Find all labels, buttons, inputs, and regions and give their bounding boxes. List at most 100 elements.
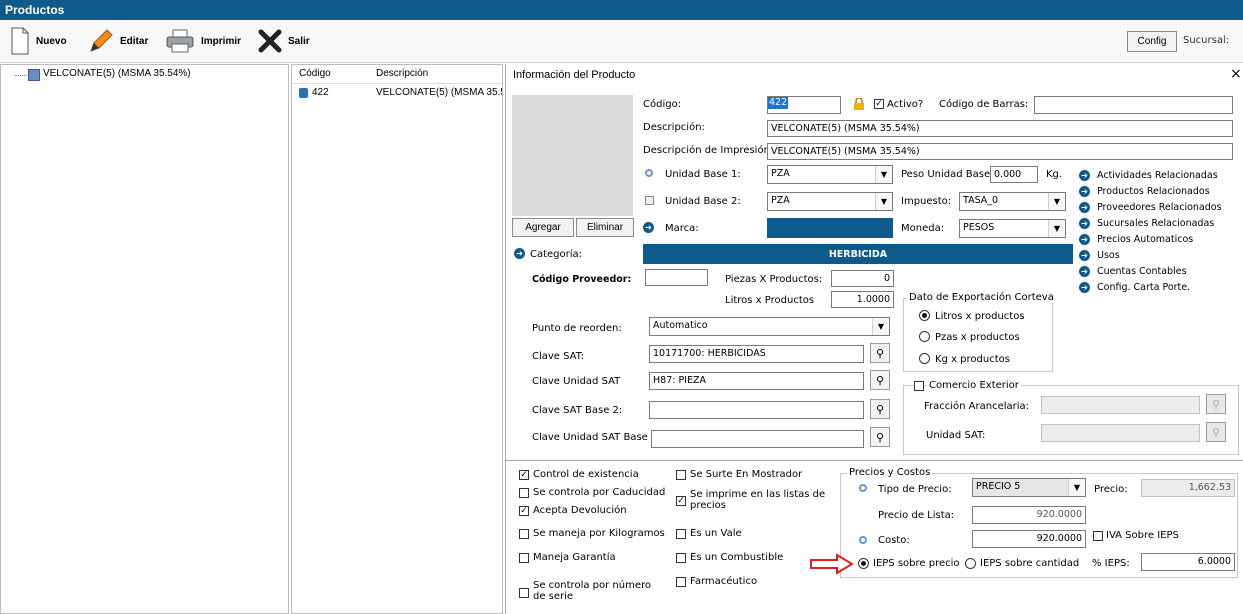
litros-field[interactable]: 1.0000 [831, 291, 894, 308]
kg-radio[interactable] [919, 353, 930, 364]
codigo-barras-field[interactable] [1034, 96, 1233, 114]
peso-field[interactable]: 0.000 [990, 166, 1038, 183]
product-grid[interactable]: Código Descripción 422 VELCONATE(5) (MSM… [291, 64, 503, 614]
config-button[interactable]: Config [1127, 31, 1177, 52]
toolbar: Nuevo Editar Imprimir Salir Config Sucur… [0, 20, 1243, 63]
related-link-item[interactable]: ➜ Actividades Relacionadas [1079, 168, 1218, 182]
editar-button[interactable]: Editar [88, 26, 148, 56]
unidad-base1-icon [645, 169, 653, 177]
unidad-base1-select[interactable]: PZA ▼ [767, 165, 893, 184]
codigo-proveedor-field[interactable] [645, 269, 708, 286]
column-header-descripcion[interactable]: Descripción [376, 68, 428, 79]
impuesto-select[interactable]: TASA_0 ▼ [959, 192, 1066, 211]
piezas-field[interactable]: 0 [831, 270, 894, 287]
moneda-select[interactable]: PESOS ▼ [959, 219, 1066, 238]
binoculars-icon[interactable]: ⚲ [870, 427, 890, 447]
related-link-label: Sucursales Relacionadas [1097, 217, 1215, 229]
ieps-precio-radio[interactable] [858, 558, 869, 569]
salir-button[interactable]: Salir [258, 26, 310, 56]
clave-unidad-sat-field[interactable]: H87: PIEZA [649, 372, 864, 390]
pct-ieps-field[interactable]: 6.0000 [1141, 553, 1235, 571]
new-document-icon [11, 27, 29, 55]
related-link-item[interactable]: ➜ Sucursales Relacionadas [1079, 216, 1214, 230]
unidad-base2-label: Unidad Base 2: [665, 196, 741, 207]
farmaceutico-checkbox[interactable] [676, 577, 686, 587]
vale-checkbox[interactable] [676, 529, 686, 539]
kg-radio-label: Kg x productos [935, 354, 1010, 365]
caducidad-checkbox[interactable] [519, 488, 529, 498]
impuesto-label: Impuesto: [901, 196, 952, 207]
binoculars-icon[interactable]: ⚲ [870, 343, 890, 363]
column-header-codigo[interactable]: Código [299, 68, 331, 79]
clave-sat-field[interactable]: 10171700: HERBICIDAS [649, 345, 864, 363]
cube-icon [299, 88, 308, 98]
peso-unit: Kg. [1046, 169, 1063, 180]
kilogramos-label: Se maneja por Kilogramos [533, 528, 665, 539]
categoria-field[interactable]: HERBICIDA [643, 244, 1073, 264]
tree-connector [15, 75, 27, 76]
descripcion-field[interactable]: VELCONATE(5) (MSMA 35.54%) [767, 120, 1233, 137]
marca-arrow-icon[interactable]: ➜ [643, 222, 654, 233]
product-tree[interactable]: VELCONATE(5) (MSMA 35.54%) [0, 64, 289, 614]
annotation-arrow-icon [810, 553, 854, 575]
eliminar-button[interactable]: Eliminar [576, 218, 634, 237]
codigo-barras-label: Código de Barras: [939, 99, 1029, 110]
related-link-item[interactable]: ➜ Config. Carta Porte. [1079, 280, 1190, 294]
precio-lista-field[interactable]: 920.0000 [972, 506, 1086, 524]
related-link-item[interactable]: ➜ Cuentas Contables [1079, 264, 1187, 278]
litros-radio[interactable] [919, 310, 930, 321]
printer-icon [166, 29, 194, 53]
product-info-dialog: Información del Producto × Agregar Elimi… [505, 64, 1243, 614]
chevron-down-icon: ▼ [875, 166, 892, 183]
control-existencia-label: Control de existencia [533, 469, 639, 480]
litros-label: Litros x Productos [725, 295, 815, 306]
agregar-button[interactable]: Agregar [512, 218, 574, 237]
arrow-circle-icon: ➜ [1079, 233, 1090, 245]
costo-field[interactable]: 920.0000 [972, 530, 1086, 548]
acepta-devolucion-checkbox[interactable]: ✓ [519, 506, 529, 516]
nuevo-label: Nuevo [36, 35, 67, 47]
marca-label: Marca: [665, 223, 699, 234]
binoculars-icon[interactable]: ⚲ [870, 370, 890, 390]
clave-unidad-sat-base2-field[interactable] [651, 430, 864, 448]
punto-reorden-select[interactable]: Automatico ▼ [649, 317, 890, 336]
ieps-cantidad-label: IEPS sobre cantidad [980, 558, 1080, 569]
binoculars-icon[interactable]: ⚲ [870, 399, 890, 419]
related-link-item[interactable]: ➜ Proveedores Relacionados [1079, 200, 1222, 214]
kilogramos-checkbox[interactable] [519, 529, 529, 539]
iva-ieps-checkbox[interactable] [1093, 531, 1103, 541]
nuevo-button[interactable]: Nuevo [10, 26, 67, 56]
related-link-item[interactable]: ➜ Usos [1079, 248, 1120, 262]
table-row[interactable]: 422 VELCONATE(5) (MSMA 35.5 [292, 85, 502, 101]
unidad-base2-select[interactable]: PZA ▼ [767, 192, 893, 211]
categoria-arrow-icon[interactable]: ➜ [514, 248, 525, 259]
ieps-cantidad-radio[interactable] [965, 558, 976, 569]
clave-unidad-sat-base2-label: Clave Unidad SAT Base 2: [532, 432, 661, 443]
combustible-checkbox[interactable] [676, 553, 686, 563]
pzas-radio[interactable] [919, 331, 930, 342]
marca-field[interactable] [767, 218, 893, 238]
dialog-close-icon[interactable]: × [1230, 66, 1242, 82]
imprimir-button[interactable]: Imprimir [165, 26, 241, 56]
tree-node-label[interactable]: VELCONATE(5) (MSMA 35.54%) [43, 68, 191, 79]
numero-serie-checkbox[interactable] [519, 588, 529, 598]
related-link-label: Productos Relacionados [1097, 185, 1210, 197]
row-codigo: 422 [312, 87, 329, 98]
related-link-item[interactable]: ➜ Precios Automaticos [1079, 232, 1193, 246]
clave-sat-base2-field[interactable] [649, 401, 864, 419]
control-existencia-checkbox[interactable]: ✓ [519, 470, 529, 480]
tipo-precio-value: PRECIO 5 [976, 481, 1021, 492]
codigo-label: Código: [643, 99, 682, 110]
codigo-proveedor-label: Código Proveedor: [532, 274, 632, 285]
binoculars-icon: ⚲ [1206, 422, 1226, 442]
codigo-field[interactable]: 422 [767, 96, 841, 114]
related-link-item[interactable]: ➜ Productos Relacionados [1079, 184, 1210, 198]
activo-checkbox[interactable]: ✓ [874, 99, 884, 109]
listas-precios-checkbox[interactable]: ✓ [676, 496, 686, 506]
row-descripcion: VELCONATE(5) (MSMA 35.5 [376, 87, 502, 98]
comercio-checkbox[interactable] [914, 381, 924, 391]
mostrador-checkbox[interactable] [676, 470, 686, 480]
desc-impresion-field[interactable]: VELCONATE(5) (MSMA 35.54%) [767, 143, 1233, 160]
garantia-checkbox[interactable] [519, 553, 529, 563]
tipo-precio-select[interactable]: PRECIO 5 ▼ [972, 478, 1086, 497]
